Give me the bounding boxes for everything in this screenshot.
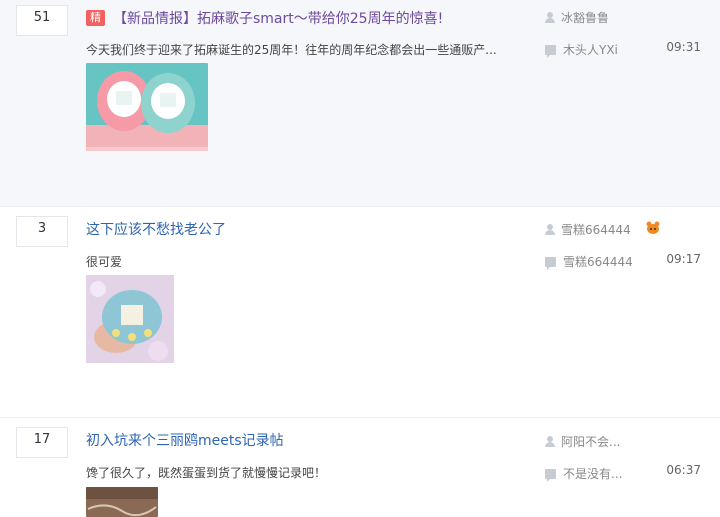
reply-time: 09:17 [666, 252, 701, 266]
orange-crab-badge-icon [646, 221, 660, 234]
reply-count: 51 [16, 5, 68, 36]
last-replier-name[interactable]: 雪糕664444 [563, 253, 633, 270]
last-replier[interactable]: 木头人YXi [545, 41, 618, 58]
tamagotchi-pink-teal-image [86, 63, 208, 151]
thread-author[interactable]: 阿阳不会... [545, 433, 620, 450]
author-name[interactable]: 雪糕664444 [561, 221, 631, 238]
last-replier[interactable]: 不是没有... [545, 465, 622, 482]
thread-photo-image [86, 487, 158, 517]
thread-item: 3 这下应该不愁找老公了 很可爱 雪糕664444 雪糕664444 09:17 [0, 207, 720, 418]
thread-thumbnail[interactable] [86, 487, 158, 517]
thread-item: 51 精 【新品情报】拓麻歌子smart～带给你25周年的惊喜! 今天我们终于迎… [0, 0, 720, 207]
thread-thumbnail[interactable] [86, 63, 208, 151]
thread-title[interactable]: 【新品情报】拓麻歌子smart～带给你25周年的惊喜! [113, 8, 443, 28]
thread-abstract: 馋了很久了，既然蛋蛋到货了就慢慢记录吧！ [86, 466, 327, 480]
last-replier-name[interactable]: 木头人YXi [563, 41, 618, 58]
tamagotchi-blue-image [86, 275, 174, 363]
title-row: 初入坑来个三丽鸥meets记录帖 [86, 430, 284, 450]
user-icon [545, 436, 555, 447]
thread-abstract: 今天我们终于迎来了拓麻诞生的25周年！往年的周年纪念都会出一些通贩产... [86, 43, 497, 57]
user-icon [545, 12, 555, 23]
thread-title[interactable]: 这下应该不愁找老公了 [86, 219, 226, 239]
title-row: 这下应该不愁找老公了 [86, 219, 226, 239]
last-replier-name[interactable]: 不是没有... [563, 465, 622, 482]
reply-count: 3 [16, 216, 68, 247]
reply-icon [545, 44, 556, 58]
thread-title[interactable]: 初入坑来个三丽鸥meets记录帖 [86, 430, 284, 450]
thread-thumbnail[interactable] [86, 275, 174, 363]
thread-abstract: 很可爱 [86, 255, 123, 269]
thread-item: 17 初入坑来个三丽鸥meets记录帖 馋了很久了，既然蛋蛋到货了就慢慢记录吧！… [0, 418, 720, 517]
user-icon [545, 224, 555, 235]
title-row: 精 【新品情报】拓麻歌子smart～带给你25周年的惊喜! [86, 8, 443, 28]
author-name[interactable]: 冰豁鲁鲁 [561, 9, 609, 26]
reply-count: 17 [16, 427, 68, 458]
reply-time: 09:31 [666, 40, 701, 54]
author-name[interactable]: 阿阳不会... [561, 433, 620, 450]
last-replier[interactable]: 雪糕664444 [545, 253, 633, 270]
featured-badge: 精 [86, 10, 105, 26]
thread-author[interactable]: 雪糕664444 [545, 221, 631, 238]
reply-icon [545, 256, 556, 270]
reply-icon [545, 468, 556, 482]
reply-time: 06:37 [666, 463, 701, 477]
thread-author[interactable]: 冰豁鲁鲁 [545, 9, 609, 26]
